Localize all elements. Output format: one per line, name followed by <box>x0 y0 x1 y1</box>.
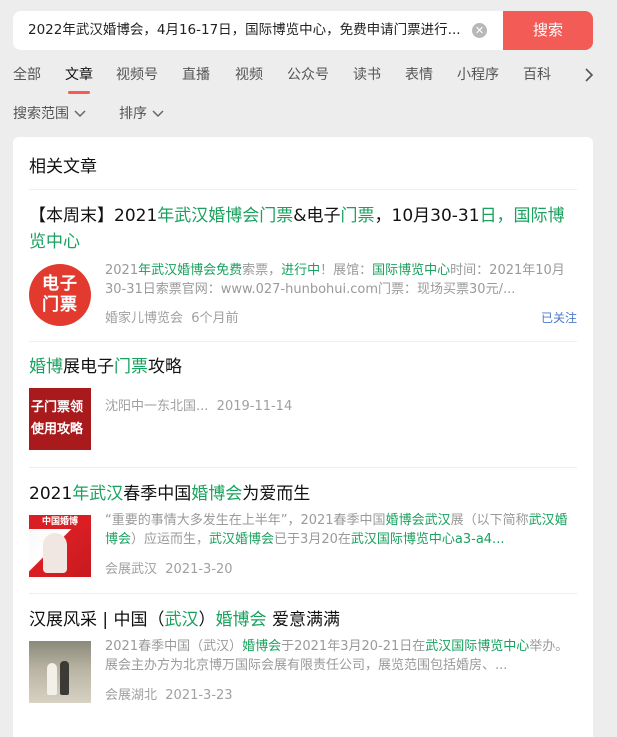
result-title[interactable]: 婚博展电子门票攻略 <box>29 354 577 380</box>
search-button[interactable]: 搜索 <box>503 11 593 50</box>
section-title: 相关文章 <box>29 157 97 177</box>
followed-badge[interactable]: 已关注 <box>541 309 577 326</box>
tab-all[interactable]: 全部 <box>13 60 41 90</box>
clear-icon[interactable]: ✕ <box>472 23 487 38</box>
result-snippet: 2021年武汉婚博会免费索票，进行中！展馆：国际博览中心时间：2021年10月3… <box>105 263 565 297</box>
tab-encyclopedia[interactable]: 百科 <box>523 60 551 90</box>
tab-mini-programs[interactable]: 小程序 <box>457 60 499 90</box>
results-card: 相关文章 【本周末】2021年武汉婚博会门票&电子门票，10月30-31日，国际… <box>13 137 593 737</box>
search-bar: 2022年武汉婚博会，4月16-17日，国际博览中心，免费申请门票进行... ✕… <box>13 11 593 50</box>
sort-filter[interactable]: 排序 <box>119 100 165 128</box>
result-thumbnail: 子门票领 使用攻略 <box>29 388 91 450</box>
result-time: 2019-11-14 <box>216 399 293 414</box>
result-meta: 沈阳中一东北国... 2019-11-14 <box>105 395 292 414</box>
divider <box>29 467 577 468</box>
result-item[interactable]: 【本周末】2021年武汉婚博会门票&电子门票，10月30-31日，国际博览中心 … <box>29 203 577 333</box>
divider <box>29 341 577 342</box>
result-item[interactable]: 汉展风采 | 中国（武汉）婚博会 爱意满满 2021春季中国（武汉）婚博会于20… <box>29 607 577 717</box>
result-source: 婚家儿博览会 <box>105 311 184 326</box>
result-meta: 会展湖北 2021-3-23 <box>105 684 233 703</box>
result-snippet: 2021春季中国（武汉）婚博会于2021年3月20-21日在武汉国际博览中心举办… <box>105 639 569 673</box>
chevron-right-icon[interactable] <box>582 67 596 83</box>
tab-official-accounts[interactable]: 公众号 <box>287 60 329 90</box>
result-item[interactable]: 婚博展电子门票攻略 子门票领 使用攻略 沈阳中一东北国... 2019-11-14 <box>29 354 577 454</box>
divider <box>29 189 577 190</box>
result-title[interactable]: 2021年武汉春季中国婚博会为爱而生 <box>29 481 577 507</box>
tab-live[interactable]: 直播 <box>182 60 210 90</box>
tab-books[interactable]: 读书 <box>353 60 381 90</box>
chevron-down-icon <box>152 110 164 118</box>
result-item[interactable]: 2021年武汉春季中国婚博会为爱而生 中国婚博 “重要的事情大多发生在上半年”，… <box>29 481 577 591</box>
search-range-filter[interactable]: 搜索范围 <box>13 100 87 128</box>
tab-articles[interactable]: 文章 <box>65 60 93 90</box>
chevron-down-icon <box>74 110 86 118</box>
sort-label: 排序 <box>119 106 147 122</box>
divider <box>29 593 577 594</box>
result-time: 2021-3-23 <box>165 688 233 703</box>
category-tabs: 全部 文章 视频号 直播 视频 公众号 读书 表情 小程序 百科 <box>0 60 617 94</box>
result-title[interactable]: 【本周末】2021年武汉婚博会门票&电子门票，10月30-31日，国际博览中心 <box>29 203 577 255</box>
result-thumbnail <box>29 641 91 703</box>
result-thumbnail: 中国婚博 <box>29 515 91 577</box>
result-title[interactable]: 汉展风采 | 中国（武汉）婚博会 爱意满满 <box>29 607 577 633</box>
result-thumbnail: 电子 门票 <box>29 264 91 326</box>
result-time: 2021-3-20 <box>165 562 233 577</box>
tab-stickers[interactable]: 表情 <box>405 60 433 90</box>
tab-video[interactable]: 视频 <box>235 60 263 90</box>
active-tab-indicator <box>68 91 90 94</box>
result-source: 会展湖北 <box>105 688 158 703</box>
tab-channels[interactable]: 视频号 <box>116 60 158 90</box>
search-input[interactable]: 2022年武汉婚博会，4月16-17日，国际博览中心，免费申请门票进行... <box>13 11 503 50</box>
result-source: 会展武汉 <box>105 562 158 577</box>
result-meta: 婚家儿博览会 6个月前 <box>105 307 239 326</box>
result-snippet: “重要的事情大多发生在上半年”，2021春季中国婚博会武汉展（以下简称武汉婚博会… <box>105 513 568 547</box>
result-time: 6个月前 <box>191 311 239 326</box>
search-range-label: 搜索范围 <box>13 106 69 122</box>
result-meta: 会展武汉 2021-3-20 <box>105 558 233 577</box>
result-source: 沈阳中一东北国... <box>105 399 209 414</box>
